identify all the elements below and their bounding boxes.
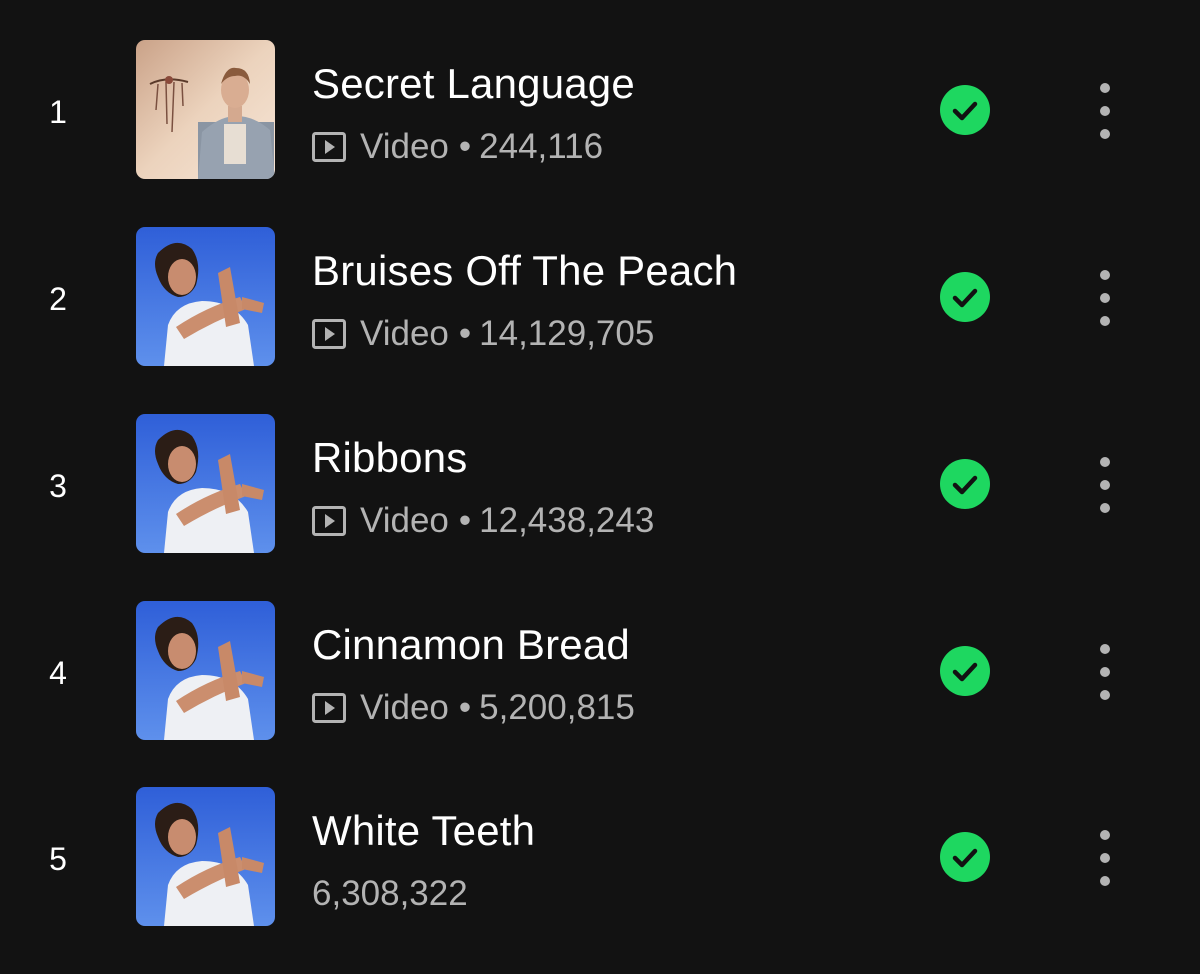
track-plays: 5,200,815 [479, 688, 635, 727]
check-circle-icon [940, 646, 990, 696]
video-play-icon [312, 319, 346, 349]
album-artwork [136, 40, 275, 179]
track-meta: Video • 244,116 [312, 127, 603, 167]
track-row[interactable]: 5 White Teeth 6,308,322 [0, 787, 1200, 974]
track-number: 1 [49, 94, 67, 130]
track-row[interactable]: 1 Secret Language Video • 244,116 [0, 40, 1200, 227]
track-row[interactable]: 3 Ribbons Video • 12,438,243 [0, 414, 1200, 601]
album-artwork [136, 414, 275, 553]
track-plays: 14,129,705 [479, 314, 655, 353]
video-play-icon [312, 693, 346, 723]
track-plays: 6,308,322 [312, 874, 468, 913]
video-play-icon [312, 506, 346, 536]
track-type-label: Video [360, 688, 449, 727]
meta-separator: • [458, 501, 472, 540]
meta-separator: • [458, 127, 472, 166]
track-title: Ribbons [312, 434, 468, 481]
track-plays: 244,116 [479, 127, 604, 166]
check-circle-icon [940, 85, 990, 135]
video-play-icon [312, 132, 346, 162]
more-options-button[interactable] [1085, 76, 1125, 146]
check-circle-icon [940, 459, 990, 509]
check-circle-icon [940, 832, 990, 882]
track-meta: Video • 12,438,243 [312, 501, 654, 541]
track-list: 1 Secret Language Video • 244,116 2 Brui… [0, 0, 1200, 966]
track-number: 4 [49, 655, 67, 691]
track-row[interactable]: 2 Bruises Off The Peach Video • 14,129,7… [0, 227, 1200, 414]
track-title: Bruises Off The Peach [312, 247, 738, 294]
album-artwork [136, 227, 275, 366]
meta-separator: • [458, 688, 472, 727]
track-title: Secret Language [312, 60, 635, 107]
track-number: 3 [49, 468, 67, 504]
track-plays: 12,438,243 [479, 501, 655, 540]
meta-separator: • [458, 314, 472, 353]
album-artwork [136, 787, 275, 926]
track-meta: Video • 5,200,815 [312, 688, 635, 728]
track-number: 5 [49, 841, 67, 877]
track-type-label: Video [360, 501, 449, 540]
track-meta: Video • 14,129,705 [312, 314, 654, 354]
check-circle-icon [940, 272, 990, 322]
more-options-button[interactable] [1085, 263, 1125, 333]
track-type-label: Video [360, 314, 449, 353]
album-artwork [136, 601, 275, 740]
more-options-button[interactable] [1085, 450, 1125, 520]
track-number: 2 [49, 281, 67, 317]
more-options-button[interactable] [1085, 637, 1125, 707]
track-title: Cinnamon Bread [312, 621, 630, 668]
track-row[interactable]: 4 Cinnamon Bread Video • 5,200,815 [0, 601, 1200, 788]
track-title: White Teeth [312, 807, 536, 854]
track-meta: 6,308,322 [312, 874, 468, 914]
track-type-label: Video [360, 127, 449, 166]
more-options-button[interactable] [1085, 823, 1125, 893]
